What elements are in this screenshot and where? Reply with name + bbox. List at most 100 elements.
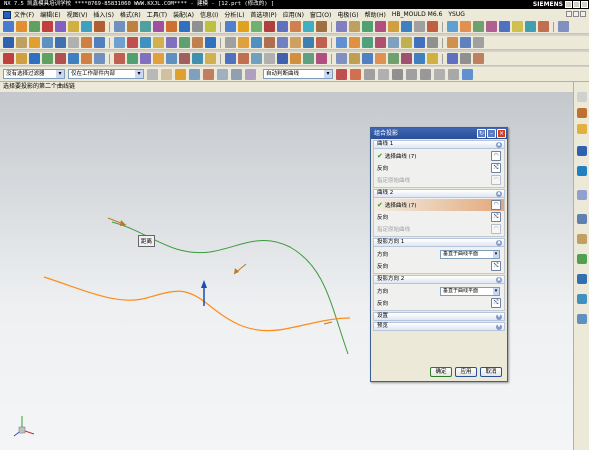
- toolbar-tool-icon[interactable]: [525, 21, 536, 32]
- reverse-direction-icon[interactable]: ⤭: [491, 163, 501, 173]
- toolbar-tool-icon[interactable]: [277, 21, 288, 32]
- toolbar-tool-icon[interactable]: [179, 21, 190, 32]
- toolbar-tool-icon[interactable]: [192, 21, 203, 32]
- toolbar-tool-icon[interactable]: [3, 37, 14, 48]
- section-curve-1-header[interactable]: 曲线 1 ▲: [373, 140, 505, 149]
- toolbar-tool-icon[interactable]: [238, 53, 249, 64]
- toolbar-tool-icon[interactable]: [205, 21, 216, 32]
- hd3d-tools-icon[interactable]: [577, 166, 587, 176]
- history-icon[interactable]: [577, 214, 587, 224]
- toolbar-tool-icon[interactable]: [205, 37, 216, 48]
- toolbar-tool-icon[interactable]: [114, 53, 125, 64]
- cancel-button[interactable]: 取消: [480, 366, 502, 377]
- toolbar-tool-icon[interactable]: [192, 37, 203, 48]
- toolbar-tool-icon[interactable]: [225, 53, 236, 64]
- toolbar-tool-icon[interactable]: [414, 21, 425, 32]
- menu-format[interactable]: 格式(R): [120, 10, 141, 19]
- system-materials-icon[interactable]: [577, 234, 587, 244]
- curve-1-select-row[interactable]: ✔ 选择曲线 (7) ◠: [377, 150, 501, 162]
- toolbar-tool-icon[interactable]: [336, 53, 347, 64]
- toolbar-tool-icon[interactable]: [316, 53, 327, 64]
- model-view-icon[interactable]: [462, 68, 473, 80]
- toolbar-tool-icon[interactable]: [427, 37, 438, 48]
- menu-help[interactable]: 帮助(H): [365, 10, 386, 19]
- toolbar-tool-icon[interactable]: [153, 21, 164, 32]
- toolbar-tool-icon[interactable]: [127, 21, 138, 32]
- toolbar-tool-icon[interactable]: [277, 37, 288, 48]
- toolbar-tool-icon[interactable]: [81, 53, 92, 64]
- toolbar-tool-icon[interactable]: [375, 21, 386, 32]
- toolbar-tool-icon[interactable]: [349, 21, 360, 32]
- toolbar-tool-icon[interactable]: [447, 21, 458, 32]
- toolbar-tool-icon[interactable]: [3, 21, 14, 32]
- toolbar-tool-icon[interactable]: [414, 53, 425, 64]
- section-dir-2-header[interactable]: 投影方向 2 ▲: [373, 275, 505, 284]
- feature-selection-icon[interactable]: [189, 68, 200, 80]
- toolbar-tool-icon[interactable]: [3, 53, 14, 64]
- dir-2-direction-select[interactable]: 垂直于曲线平面: [440, 286, 500, 296]
- quadrant-snap-icon[interactable]: [406, 68, 417, 80]
- toolbar-tool-icon[interactable]: [94, 53, 105, 64]
- toolbar-tool-icon[interactable]: [316, 21, 327, 32]
- close-dialog-icon[interactable]: ×: [497, 129, 506, 138]
- toolbar-tool-icon[interactable]: [349, 53, 360, 64]
- toolbar-tool-icon[interactable]: [55, 37, 66, 48]
- chevron-down-icon[interactable]: ▼: [496, 324, 502, 330]
- toolbar-tool-icon[interactable]: [140, 53, 151, 64]
- toolbar-tool-icon[interactable]: [16, 21, 27, 32]
- maximize-button[interactable]: [573, 1, 580, 8]
- toolbar-tool-icon[interactable]: [316, 37, 327, 48]
- control-point-snap-icon[interactable]: [364, 68, 375, 80]
- apply-button[interactable]: 应用: [455, 366, 477, 377]
- toolbar-tool-icon[interactable]: [42, 21, 53, 32]
- reverse-direction-icon[interactable]: ⤭: [491, 298, 501, 308]
- toolbar-tool-icon[interactable]: [375, 37, 386, 48]
- point-on-curve-snap-icon[interactable]: [434, 68, 445, 80]
- toolbar-tool-icon[interactable]: [290, 21, 301, 32]
- chevron-up-icon[interactable]: ▲: [496, 240, 502, 246]
- toolbar-tool-icon[interactable]: [81, 21, 92, 32]
- toolbar-tool-icon[interactable]: [414, 37, 425, 48]
- toolbar-tool-icon[interactable]: [388, 37, 399, 48]
- type-filter-select[interactable]: 没有选择过滤器: [3, 69, 65, 79]
- menu-information[interactable]: 信息(I): [200, 10, 218, 19]
- toolbar-tool-icon[interactable]: [29, 21, 40, 32]
- toolbar-tool-icon[interactable]: [238, 21, 249, 32]
- toolbar-tool-icon[interactable]: [303, 21, 314, 32]
- chevron-up-icon[interactable]: ▲: [496, 191, 502, 197]
- menu-preferences[interactable]: 首选项(P): [250, 10, 276, 19]
- toolbar-tool-icon[interactable]: [166, 21, 177, 32]
- menu-window[interactable]: 窗口(O): [310, 10, 331, 19]
- toolbar-tool-icon[interactable]: [127, 53, 138, 64]
- point-on-surface-snap-icon[interactable]: [448, 68, 459, 80]
- distance-callout[interactable]: 距离: [138, 235, 156, 247]
- toolbar-tool-icon[interactable]: [55, 21, 66, 32]
- intersection-snap-icon[interactable]: [378, 68, 389, 80]
- toolbar-tool-icon[interactable]: [499, 21, 510, 32]
- menu-tools[interactable]: 工具(T): [147, 10, 167, 19]
- general-selection-icon[interactable]: [175, 68, 186, 80]
- toolbar-tool-icon[interactable]: [16, 37, 27, 48]
- reuse-library-icon[interactable]: [577, 146, 587, 156]
- mid-point-snap-icon[interactable]: [350, 68, 361, 80]
- select-curve-icon[interactable]: ◠: [491, 200, 501, 210]
- stop-at-icon[interactable]: [245, 68, 256, 80]
- toolbar-tool-icon[interactable]: [29, 37, 40, 48]
- toolbar-tool-icon[interactable]: [303, 37, 314, 48]
- toolbar-tool-icon[interactable]: [401, 53, 412, 64]
- toolbar-tool-icon[interactable]: [238, 37, 249, 48]
- toolbar-tool-icon[interactable]: [140, 37, 151, 48]
- toolbar-tool-icon[interactable]: [166, 37, 177, 48]
- reset-icon[interactable]: ↻: [477, 129, 486, 138]
- scope-select[interactable]: 仅在工作部件内部: [68, 69, 144, 79]
- menu-hb-mould[interactable]: HB_MOULD M6.6: [392, 11, 443, 18]
- part-navigator-icon[interactable]: [577, 124, 587, 134]
- collapse-dialog-icon[interactable]: –: [487, 129, 496, 138]
- toolbar-tool-icon[interactable]: [558, 21, 569, 32]
- toolbar-tool-icon[interactable]: [42, 53, 53, 64]
- toolbar-tool-icon[interactable]: [264, 53, 275, 64]
- menu-file[interactable]: 文件(F): [14, 10, 34, 19]
- toolbar-tool-icon[interactable]: [473, 37, 484, 48]
- filter-options-icon[interactable]: [147, 68, 158, 80]
- toolbar-tool-icon[interactable]: [460, 37, 471, 48]
